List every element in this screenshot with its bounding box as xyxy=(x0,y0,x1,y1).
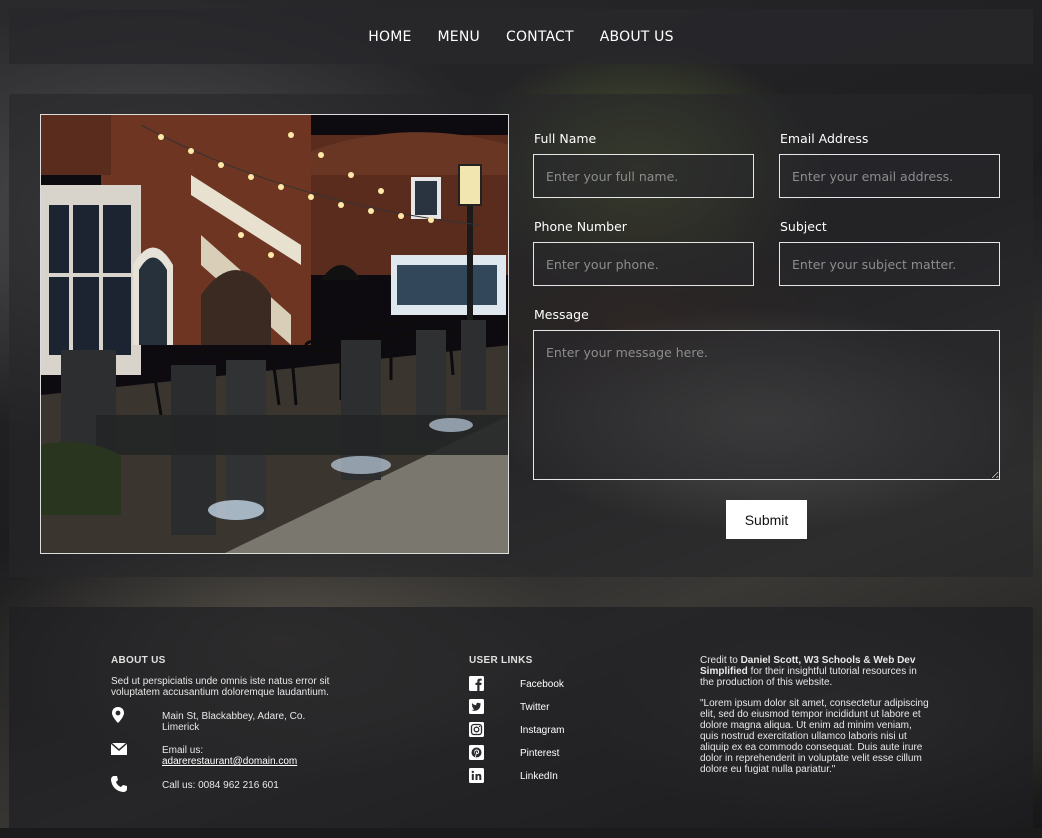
message-textarea[interactable] xyxy=(533,330,1000,480)
nav-about-link[interactable]: ABOUT US xyxy=(600,29,674,45)
footer-email-label: Email us: xyxy=(162,745,204,756)
instagram-icon xyxy=(469,722,485,738)
email-input[interactable] xyxy=(779,154,1000,198)
contact-form: Full Name Email Address Phone Number Sub… xyxy=(533,94,1013,577)
footer-credit: Credit to Daniel Scott, W3 Schools & Web… xyxy=(700,655,930,688)
footer-address: Main St, Blackabbey, Adare, Co. Limerick xyxy=(162,711,306,733)
restaurant-patio-image xyxy=(40,114,509,554)
subject-input[interactable] xyxy=(779,242,1000,286)
linkedin-link[interactable]: LinkedIn xyxy=(469,768,589,784)
linkedin-label: LinkedIn xyxy=(520,771,558,782)
pinterest-link[interactable]: Pinterest xyxy=(469,745,589,761)
subject-label: Subject xyxy=(780,219,827,234)
twitter-icon xyxy=(469,699,485,715)
instagram-link[interactable]: Instagram xyxy=(469,722,589,738)
footer-links-heading: USER LINKS xyxy=(469,655,533,666)
footer-quote: "Lorem ipsum dolor sit amet, consectetur… xyxy=(700,698,929,775)
facebook-icon xyxy=(469,676,485,692)
footer-email-link[interactable]: adarerestaurant@domain.com xyxy=(162,756,297,767)
footer-phone: Call us: 0084 962 216 601 xyxy=(162,780,279,791)
footer-about-text: Sed ut perspiciatis unde omnis iste natu… xyxy=(111,676,330,698)
message-label: Message xyxy=(534,307,589,322)
full-name-input[interactable] xyxy=(533,154,754,198)
instagram-label: Instagram xyxy=(520,725,565,736)
credit-prefix: Credit to xyxy=(700,655,741,666)
top-navbar: HOME MENU CONTACT ABOUT US xyxy=(9,9,1033,64)
twitter-label: Twitter xyxy=(520,702,550,713)
contact-panel: Full Name Email Address Phone Number Sub… xyxy=(9,94,1033,577)
linkedin-icon xyxy=(469,768,485,784)
envelope-icon xyxy=(110,742,128,759)
phone-label: Phone Number xyxy=(534,219,627,234)
nav-menu-link[interactable]: MENU xyxy=(438,29,480,45)
site-footer: ABOUT US Sed ut perspiciatis unde omnis … xyxy=(9,607,1033,828)
bottom-strip xyxy=(0,828,1042,838)
submit-button[interactable]: Submit xyxy=(726,500,807,539)
twitter-link[interactable]: Twitter xyxy=(469,699,589,715)
phone-icon xyxy=(111,776,127,792)
facebook-link[interactable]: Facebook xyxy=(469,676,589,692)
pinterest-label: Pinterest xyxy=(520,748,560,759)
pinterest-icon xyxy=(469,745,485,761)
facebook-label: Facebook xyxy=(520,679,564,690)
footer-about-heading: ABOUT US xyxy=(111,655,166,666)
full-name-label: Full Name xyxy=(534,131,597,146)
email-label: Email Address xyxy=(780,131,869,146)
location-pin-icon xyxy=(111,707,127,723)
nav-contact-link[interactable]: CONTACT xyxy=(506,29,574,45)
nav-home-link[interactable]: HOME xyxy=(368,29,411,45)
phone-input[interactable] xyxy=(533,242,754,286)
